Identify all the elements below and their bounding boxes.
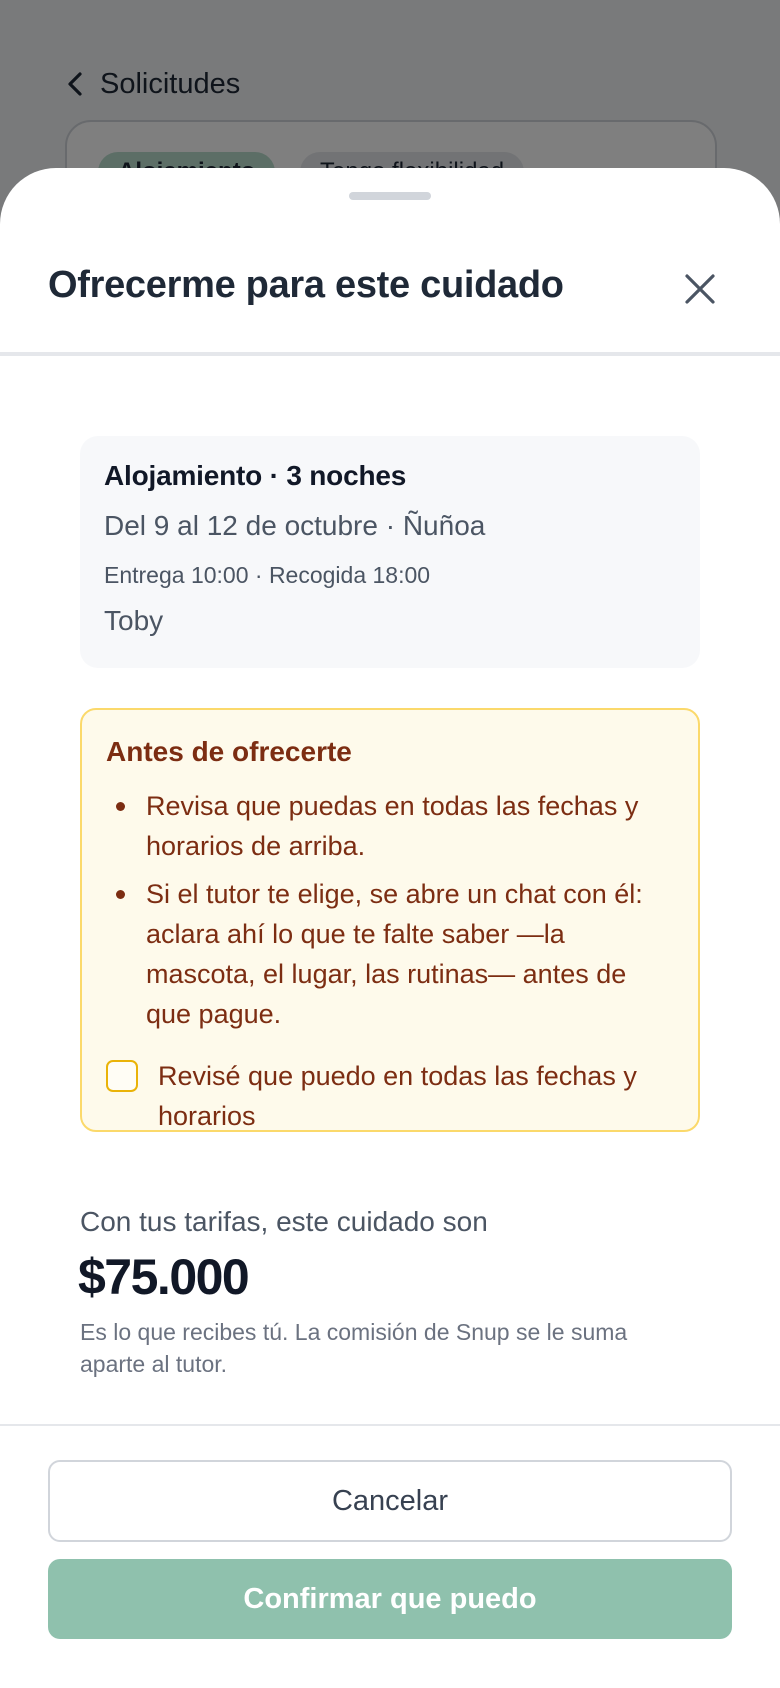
notice-item: Si el tutor te elige, se abre un chat co… <box>106 874 674 1034</box>
notice-item-text: Si el tutor te elige, se abre un chat co… <box>146 879 643 1029</box>
price-value: $75.000 <box>78 1249 250 1305</box>
checkbox-label[interactable]: Revisé que puedo en todas las fechas y h… <box>158 1056 676 1136</box>
confirm-button[interactable]: Confirmar que puedo <box>48 1559 732 1639</box>
notice-title: Antes de ofrecerte <box>106 736 352 767</box>
price-note: Es lo que recibes tú. La comisión de Snu… <box>80 1319 628 1377</box>
notice-item-text: Revisa que puedas en todas las fechas y … <box>146 791 639 861</box>
sheet-title: Ofrecerme para este cuidado <box>48 264 564 306</box>
confirm-availability-checkbox[interactable] <box>106 1060 138 1092</box>
summary-pet-name: Toby <box>104 605 164 636</box>
divider <box>0 1424 780 1426</box>
notice-box: Antes de ofrecerte Revisa que puedas en … <box>80 708 700 1132</box>
sheet-grabber[interactable] <box>349 192 431 200</box>
notice-list: Revisa que puedas en todas las fechas y … <box>106 786 674 1034</box>
summary-times: Entrega 10:00 · Recogida 18:00 <box>104 562 431 588</box>
bullet-icon <box>116 890 125 899</box>
summary-dates: Del 9 al 12 de octubre · Ñuñoa <box>104 510 486 541</box>
cancel-button[interactable]: Cancelar <box>48 1460 732 1542</box>
bottom-sheet: Ofrecerme para este cuidado Alojamiento … <box>0 168 780 1688</box>
close-icon <box>684 273 716 310</box>
care-summary-card: Alojamiento · 3 noches Del 9 al 12 de oc… <box>80 436 700 668</box>
bullet-icon <box>116 802 125 811</box>
price-label: Con tus tarifas, este cuidado son <box>80 1206 488 1237</box>
summary-title: Alojamiento · 3 noches <box>104 460 407 491</box>
notice-item: Revisa que puedas en todas las fechas y … <box>106 786 674 866</box>
divider <box>0 352 780 356</box>
close-button[interactable] <box>676 267 724 315</box>
confirm-availability-checkbox-row[interactable]: Revisé que puedo en todas las fechas y h… <box>106 1056 676 1136</box>
